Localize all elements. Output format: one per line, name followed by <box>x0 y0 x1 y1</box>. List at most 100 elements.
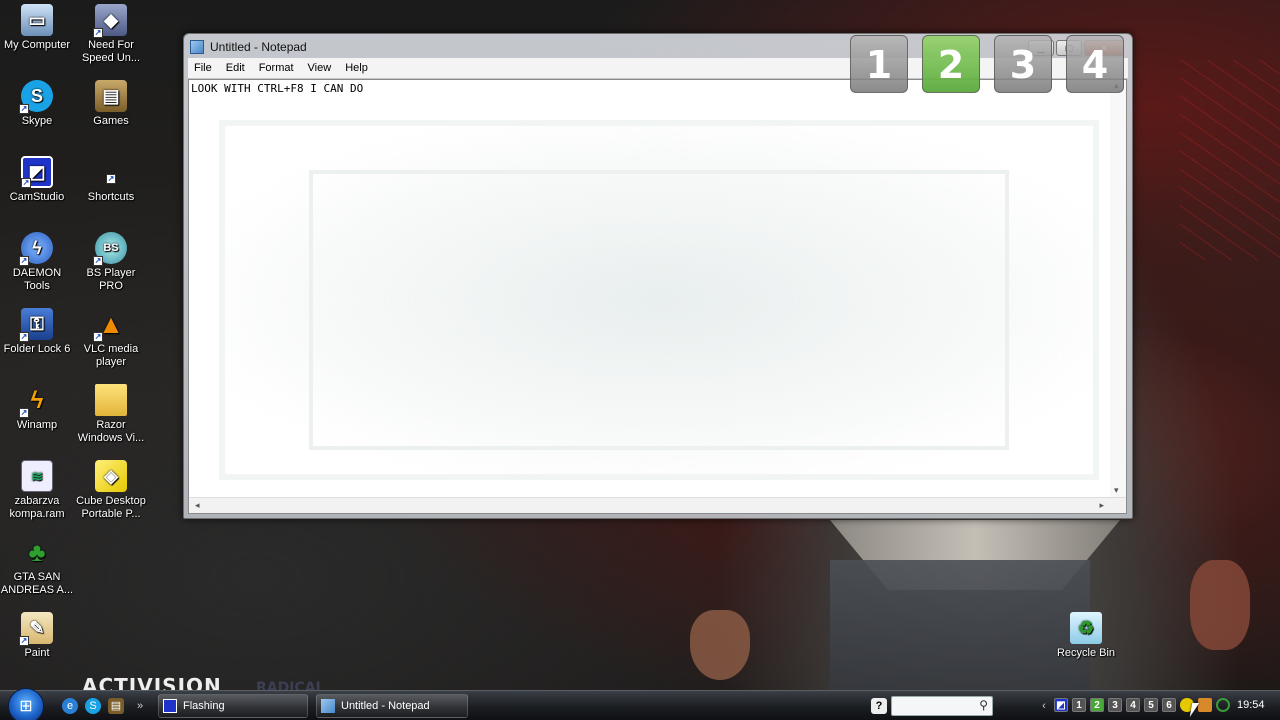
menu-edit[interactable]: Edit <box>220 62 253 74</box>
desktop-icon-label: Skype <box>21 115 53 127</box>
bs-player-icon: BS ↗ <box>93 232 127 266</box>
taskbar-task-notepad[interactable]: Untitled - Notepad <box>316 694 468 718</box>
taskbar-search-input[interactable]: ⚲ <box>891 696 993 716</box>
desktop-icon-camstudio[interactable]: ◩ ↗ CamStudio <box>0 156 74 204</box>
desktop-switch-2[interactable]: 2 <box>1090 698 1104 712</box>
quicklaunch-more-icon[interactable]: » <box>132 698 148 714</box>
cube-icon: ◈ <box>95 460 127 492</box>
notepad-icon <box>190 40 204 54</box>
camstudio-icon <box>163 699 177 713</box>
refresh-tray-icon[interactable] <box>1216 698 1230 712</box>
desktop-switch-5[interactable]: 5 <box>1144 698 1158 712</box>
ghost-overlay-inner <box>309 170 1009 450</box>
desktop-icon-label: Folder Lock 6 <box>3 343 71 355</box>
games-icon[interactable]: ▤ <box>108 698 124 714</box>
horizontal-scrollbar[interactable]: ◂ ▸ <box>189 497 1126 513</box>
paint-icon: ✎ ↗ <box>19 612 53 646</box>
search-icon[interactable]: ⚲ <box>979 698 988 712</box>
vertical-scrollbar[interactable]: ▴ ▾ <box>1110 80 1126 498</box>
desktop-icon-label: DAEMON Tools <box>12 267 62 292</box>
clock[interactable]: 19:54 <box>1237 699 1265 711</box>
folder-icon <box>95 384 127 416</box>
tray-expand-icon[interactable]: ‹ <box>1036 698 1052 714</box>
desktop-icon-games[interactable]: ▤ Games <box>74 80 148 128</box>
scroll-right-icon[interactable]: ▸ <box>1099 500 1104 511</box>
notepad-window[interactable]: Untitled - Notepad ▁ ▢ ✕ File Edit Forma… <box>183 33 1133 519</box>
menu-view[interactable]: View <box>302 62 340 74</box>
menu-help[interactable]: Help <box>339 62 376 74</box>
notepad-icon <box>321 699 335 713</box>
desktop-tile-4[interactable]: 4 <box>1066 35 1124 93</box>
desktop-icon-paint[interactable]: ✎ ↗ Paint <box>0 612 74 660</box>
taskbar-task-flashing[interactable]: Flashing <box>158 694 308 718</box>
desktop-icon-cube-desktop[interactable]: ◈ Cube Desktop Portable P... <box>74 460 148 521</box>
desktop-icon-label: Shortcuts <box>87 191 135 203</box>
scroll-down-icon[interactable]: ▾ <box>1114 485 1119 496</box>
desktop-switch-1[interactable]: 1 <box>1072 698 1086 712</box>
shortcut-icon: ↗ <box>106 174 116 184</box>
desktop-icon-label: Winamp <box>16 419 58 431</box>
desktop-icon-label: Need For Speed Un... <box>81 39 141 64</box>
menu-file[interactable]: File <box>188 62 220 74</box>
desktop-tile-1[interactable]: 1 <box>850 35 908 93</box>
desktop-icon-label: Recycle Bin <box>1056 647 1116 659</box>
desktop-icon-skype[interactable]: S ↗ Skype <box>0 80 74 128</box>
recycle-bin-icon: ♻ <box>1070 612 1102 644</box>
tree-icon: ♣ <box>28 536 46 567</box>
scroll-left-icon[interactable]: ◂ <box>195 500 200 511</box>
desktop-icon-label: CamStudio <box>9 191 65 203</box>
desktop-icon-razor[interactable]: Razor Windows Vi... <box>74 384 148 445</box>
desktop-tile-3[interactable]: 3 <box>994 35 1052 93</box>
skype-icon[interactable]: S <box>85 698 101 714</box>
desktop-icon-gta[interactable]: ♣ GTA SAN ANDREAS A... <box>0 536 74 597</box>
taskbar: ⊞ e S ▤ » Flashing Untitled - Notepad ? … <box>0 688 1280 720</box>
desktop-icon-daemon-tools[interactable]: ϟ ↗ DAEMON Tools <box>0 232 74 293</box>
computer-icon: ▭ <box>21 4 53 36</box>
editor-text: LOOK WITH CTRL+F8 I CAN DO <box>191 82 364 95</box>
desktop-icon-need-for-speed[interactable]: ◆ ↗ Need For Speed Un... <box>74 4 148 65</box>
virtual-desktop-overlay: 1 2 3 4 <box>850 35 1124 93</box>
window-title: Untitled - Notepad <box>210 40 307 54</box>
desktop-icon-shortcuts[interactable]: ↗ Shortcuts <box>74 156 148 204</box>
desktop-icon-label: Razor Windows Vi... <box>77 419 145 444</box>
text-editor[interactable]: LOOK WITH CTRL+F8 I CAN DO ▴ ▾ ◂ ▸ <box>188 79 1127 514</box>
game-disc-icon: ◆ ↗ <box>93 4 127 38</box>
camstudio-icon: ◩ ↗ <box>21 156 53 188</box>
winamp-icon: ϟ ↗ <box>19 386 44 418</box>
folder-lock-icon: ⚿ ↗ <box>19 308 53 342</box>
task-label: Flashing <box>183 700 225 712</box>
wallpaper-hand-right <box>1190 560 1250 650</box>
network-icon[interactable] <box>1198 698 1212 712</box>
help-icon[interactable]: ? <box>871 698 887 714</box>
desktop-switch-4[interactable]: 4 <box>1126 698 1140 712</box>
daemon-tools-icon: ϟ ↗ <box>19 232 53 266</box>
desktop-icon-label: Paint <box>24 647 50 659</box>
desktop-icon-label: My Computer <box>3 39 71 51</box>
start-button[interactable]: ⊞ <box>8 688 44 720</box>
desktop-switch-3[interactable]: 3 <box>1108 698 1122 712</box>
vlc-cone-icon: ▲ ↗ <box>93 308 124 342</box>
games-folder-icon: ▤ <box>95 80 127 112</box>
desktop-icon-label: Cube Desktop Portable P... <box>76 495 146 520</box>
desktop-icon-label: BS Player PRO <box>86 267 136 292</box>
desktop-tile-2[interactable]: 2 <box>922 35 980 93</box>
desktop-icon-folder-lock[interactable]: ⚿ ↗ Folder Lock 6 <box>0 308 74 356</box>
wallpaper-hand-left <box>690 610 750 680</box>
skype-icon: S ↗ <box>19 80 53 114</box>
task-label: Untitled - Notepad <box>341 700 430 712</box>
desktop-icon-recycle-bin[interactable]: ♻ Recycle Bin <box>1049 612 1123 660</box>
desktop-switch-6[interactable]: 6 <box>1162 698 1176 712</box>
menu-format[interactable]: Format <box>253 62 302 74</box>
internet-explorer-icon[interactable]: e <box>62 698 78 714</box>
camstudio-tray-icon[interactable]: ◩ <box>1054 698 1068 712</box>
desktop-icon-label: GTA SAN ANDREAS A... <box>0 571 74 596</box>
wallpaper-lines <box>1180 60 1280 260</box>
desktop-icon-label: zabarzva kompa.ram <box>9 495 65 520</box>
desktop-icon-label: Games <box>93 115 129 127</box>
desktop-icon-winamp[interactable]: ϟ ↗ Winamp <box>0 384 74 432</box>
desktop-icon-zabarzva[interactable]: ≋ zabarzva kompa.ram <box>0 460 74 521</box>
desktop-icon-bs-player[interactable]: BS ↗ BS Player PRO <box>74 232 148 293</box>
file-icon: ≋ <box>21 460 53 492</box>
desktop-icon-my-computer[interactable]: ▭ My Computer <box>0 4 74 52</box>
desktop-icon-vlc[interactable]: ▲ ↗ VLC media player <box>74 308 148 369</box>
